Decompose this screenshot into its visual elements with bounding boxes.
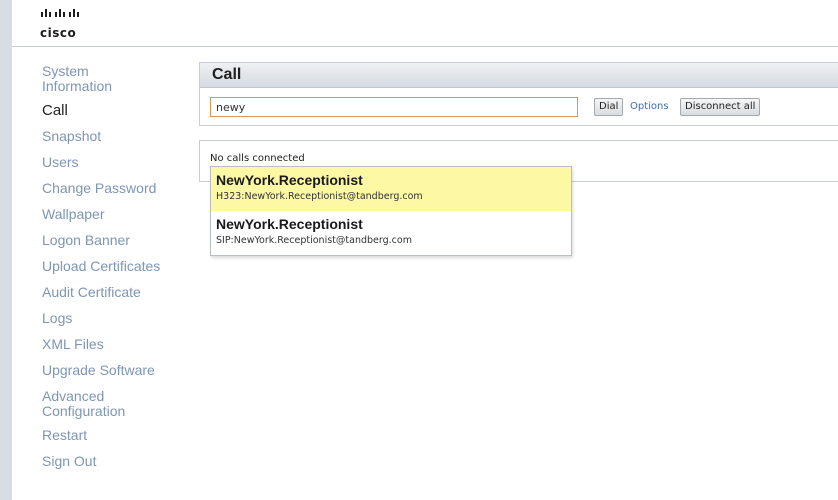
cisco-logo: cisco bbox=[40, 6, 100, 42]
suggestion-name: NewYork.Receptionist bbox=[216, 172, 363, 188]
sidebar-item-system-information[interactable]: System Information bbox=[42, 64, 122, 94]
app-window: cisco System Information Call Snapshot U… bbox=[12, 0, 838, 500]
suggestion-name: NewYork.Receptionist bbox=[216, 216, 363, 232]
suggestion-uri: H323:NewYork.Receptionist@tandberg.com bbox=[216, 191, 423, 202]
sidebar-item-logon-banner[interactable]: Logon Banner bbox=[42, 233, 212, 248]
sidebar-item-restart[interactable]: Restart bbox=[42, 428, 212, 443]
cisco-bars-icon bbox=[41, 9, 79, 17]
sidebar-item-users[interactable]: Users bbox=[42, 155, 212, 170]
disconnect-all-button[interactable]: Disconnect all bbox=[680, 98, 761, 116]
sidebar-item-audit-certificate[interactable]: Audit Certificate bbox=[42, 285, 212, 300]
sidebar-item-change-password[interactable]: Change Password bbox=[42, 181, 212, 196]
sidebar-item-xml-files[interactable]: XML Files bbox=[42, 337, 212, 352]
sidebar-item-snapshot[interactable]: Snapshot bbox=[42, 129, 212, 144]
autocomplete-dropdown: NewYork.Receptionist H323:NewYork.Recept… bbox=[210, 166, 572, 256]
sidebar-item-advanced-configuration[interactable]: Advanced Configuration bbox=[42, 389, 142, 419]
sidebar-item-logs[interactable]: Logs bbox=[42, 311, 212, 326]
suggestion-uri: SIP:NewYork.Receptionist@tandberg.com bbox=[216, 235, 412, 246]
sidebar-item-upload-certificates[interactable]: Upload Certificates bbox=[42, 259, 212, 274]
logo-wordmark: cisco bbox=[40, 26, 77, 40]
sidebar-item-sign-out[interactable]: Sign Out bbox=[42, 454, 212, 469]
suggestion-item-h323[interactable]: NewYork.Receptionist H323:NewYork.Recept… bbox=[211, 167, 571, 211]
sidebar-nav: System Information Call Snapshot Users C… bbox=[42, 64, 212, 480]
call-panel: Call Dial Options Disconnect all bbox=[199, 62, 838, 126]
dial-button[interactable]: Dial bbox=[594, 98, 624, 116]
header: cisco bbox=[12, 0, 838, 47]
sidebar-item-wallpaper[interactable]: Wallpaper bbox=[42, 207, 212, 222]
sidebar-item-upgrade-software[interactable]: Upgrade Software bbox=[42, 363, 212, 378]
sidebar-item-call[interactable]: Call bbox=[42, 103, 212, 118]
call-status-text: No calls connected bbox=[210, 153, 305, 164]
page-title: Call bbox=[200, 63, 838, 88]
search-input[interactable] bbox=[210, 97, 578, 117]
suggestion-item-sip[interactable]: NewYork.Receptionist SIP:NewYork.Recepti… bbox=[211, 211, 571, 255]
options-link[interactable]: Options bbox=[630, 101, 669, 112]
